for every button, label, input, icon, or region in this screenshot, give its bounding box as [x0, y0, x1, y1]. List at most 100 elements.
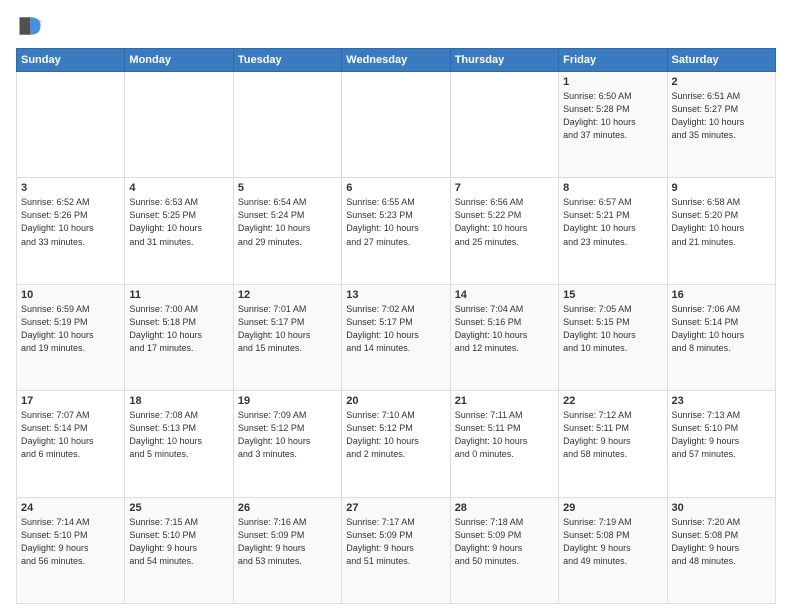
calendar-cell: 30Sunrise: 7:20 AM Sunset: 5:08 PM Dayli…: [667, 497, 775, 603]
cell-content: Sunrise: 6:52 AM Sunset: 5:26 PM Dayligh…: [21, 196, 120, 248]
calendar-cell: 5 Sunrise: 6:54 AM Sunset: 5:24 PM Daylig…: [233, 178, 341, 284]
cell-content: Sunrise: 7:13 AM Sunset: 5:10 PM Dayligh…: [672, 409, 771, 461]
day-number: 19: [238, 395, 337, 407]
day-number: 9: [672, 182, 771, 194]
day-number: 15: [563, 289, 662, 301]
cell-content: Sunrise: 7:18 AM Sunset: 5:09 PM Dayligh…: [455, 516, 554, 568]
cell-content: Sunrise: 7:08 AM Sunset: 5:13 PM Dayligh…: [129, 409, 228, 461]
calendar: SundayMondayTuesdayWednesdayThursdayFrid…: [16, 48, 776, 604]
cell-content: Sunrise: 6:54 AM Sunset: 5:24 PM Dayligh…: [238, 196, 337, 248]
calendar-table: SundayMondayTuesdayWednesdayThursdayFrid…: [16, 48, 776, 604]
calendar-cell: 3 Sunrise: 6:52 AM Sunset: 5:26 PM Daylig…: [17, 178, 125, 284]
calendar-cell: 1Sunrise: 6:50 AM Sunset: 5:28 PM Daylig…: [559, 72, 667, 178]
calendar-cell: 10Sunrise: 6:59 AM Sunset: 5:19 PM Dayli…: [17, 284, 125, 390]
calendar-cell: 16 Sunrise: 7:06 AM Sunset: 5:14 PM Dayli…: [667, 284, 775, 390]
cell-content: Sunrise: 6:50 AM Sunset: 5:28 PM Dayligh…: [563, 90, 662, 142]
day-number: 13: [346, 289, 445, 301]
calendar-cell: 13Sunrise: 7:02 AM Sunset: 5:17 PM Dayli…: [342, 284, 450, 390]
day-number: 11: [129, 289, 228, 301]
cell-content: Sunrise: 7:12 AM Sunset: 5:11 PM Dayligh…: [563, 409, 662, 461]
calendar-cell: 21 Sunrise: 7:11 AM Sunset: 5:11 PM Dayli…: [450, 391, 558, 497]
calendar-cell: 11 Sunrise: 7:00 AM Sunset: 5:18 PM Dayli…: [125, 284, 233, 390]
cell-content: Sunrise: 7:07 AM Sunset: 5:14 PM Dayligh…: [21, 409, 120, 461]
page: SundayMondayTuesdayWednesdayThursdayFrid…: [0, 0, 792, 612]
day-number: 2: [672, 76, 771, 88]
cell-content: Sunrise: 6:51 AM Sunset: 5:27 PM Dayligh…: [672, 90, 771, 142]
cell-content: Sunrise: 7:15 AM Sunset: 5:10 PM Dayligh…: [129, 516, 228, 568]
header-row: SundayMondayTuesdayWednesdayThursdayFrid…: [17, 49, 776, 72]
day-number: 24: [21, 502, 120, 514]
day-header-saturday: Saturday: [667, 49, 775, 72]
day-number: 16: [672, 289, 771, 301]
cell-content: Sunrise: 7:17 AM Sunset: 5:09 PM Dayligh…: [346, 516, 445, 568]
day-number: 10: [21, 289, 120, 301]
calendar-cell: 4 Sunrise: 6:53 AM Sunset: 5:25 PM Daylig…: [125, 178, 233, 284]
day-number: 26: [238, 502, 337, 514]
calendar-cell: 14 Sunrise: 7:04 AM Sunset: 5:16 PM Dayli…: [450, 284, 558, 390]
cell-content: Sunrise: 6:58 AM Sunset: 5:20 PM Dayligh…: [672, 196, 771, 248]
week-row: 17 Sunrise: 7:07 AM Sunset: 5:14 PM Dayli…: [17, 391, 776, 497]
calendar-cell: 23 Sunrise: 7:13 AM Sunset: 5:10 PM Dayli…: [667, 391, 775, 497]
day-number: 14: [455, 289, 554, 301]
day-number: 17: [21, 395, 120, 407]
calendar-cell: 24 Sunrise: 7:14 AM Sunset: 5:10 PM Dayli…: [17, 497, 125, 603]
day-number: 20: [346, 395, 445, 407]
cell-content: Sunrise: 7:19 AM Sunset: 5:08 PM Dayligh…: [563, 516, 662, 568]
cell-content: Sunrise: 7:05 AM Sunset: 5:15 PM Dayligh…: [563, 303, 662, 355]
calendar-cell: 15 Sunrise: 7:05 AM Sunset: 5:15 PM Dayli…: [559, 284, 667, 390]
calendar-cell: 20 Sunrise: 7:10 AM Sunset: 5:12 PM Dayli…: [342, 391, 450, 497]
calendar-cell: 26 Sunrise: 7:16 AM Sunset: 5:09 PM Dayli…: [233, 497, 341, 603]
calendar-cell: 6 Sunrise: 6:55 AM Sunset: 5:23 PM Daylig…: [342, 178, 450, 284]
day-number: 7: [455, 182, 554, 194]
cell-content: Sunrise: 7:06 AM Sunset: 5:14 PM Dayligh…: [672, 303, 771, 355]
day-number: 22: [563, 395, 662, 407]
day-header-monday: Monday: [125, 49, 233, 72]
day-number: 5: [238, 182, 337, 194]
calendar-cell: 9 Sunrise: 6:58 AM Sunset: 5:20 PM Daylig…: [667, 178, 775, 284]
cell-content: Sunrise: 6:55 AM Sunset: 5:23 PM Dayligh…: [346, 196, 445, 248]
day-header-tuesday: Tuesday: [233, 49, 341, 72]
calendar-cell: 7 Sunrise: 6:56 AM Sunset: 5:22 PM Daylig…: [450, 178, 558, 284]
calendar-cell: 8Sunrise: 6:57 AM Sunset: 5:21 PM Daylig…: [559, 178, 667, 284]
week-row: 10Sunrise: 6:59 AM Sunset: 5:19 PM Dayli…: [17, 284, 776, 390]
day-number: 21: [455, 395, 554, 407]
day-number: 29: [563, 502, 662, 514]
cell-content: Sunrise: 7:10 AM Sunset: 5:12 PM Dayligh…: [346, 409, 445, 461]
day-number: 3: [21, 182, 120, 194]
cell-content: Sunrise: 6:56 AM Sunset: 5:22 PM Dayligh…: [455, 196, 554, 248]
cell-content: Sunrise: 7:11 AM Sunset: 5:11 PM Dayligh…: [455, 409, 554, 461]
cell-content: Sunrise: 7:16 AM Sunset: 5:09 PM Dayligh…: [238, 516, 337, 568]
cell-content: Sunrise: 7:14 AM Sunset: 5:10 PM Dayligh…: [21, 516, 120, 568]
day-number: 6: [346, 182, 445, 194]
calendar-cell: 17 Sunrise: 7:07 AM Sunset: 5:14 PM Dayli…: [17, 391, 125, 497]
calendar-cell: [17, 72, 125, 178]
calendar-cell: 2 Sunrise: 6:51 AM Sunset: 5:27 PM Daylig…: [667, 72, 775, 178]
week-row: 3 Sunrise: 6:52 AM Sunset: 5:26 PM Daylig…: [17, 178, 776, 284]
calendar-cell: 29 Sunrise: 7:19 AM Sunset: 5:08 PM Dayli…: [559, 497, 667, 603]
calendar-cell: 28 Sunrise: 7:18 AM Sunset: 5:09 PM Dayli…: [450, 497, 558, 603]
calendar-cell: [342, 72, 450, 178]
day-header-thursday: Thursday: [450, 49, 558, 72]
day-number: 12: [238, 289, 337, 301]
cell-content: Sunrise: 7:01 AM Sunset: 5:17 PM Dayligh…: [238, 303, 337, 355]
calendar-cell: 25Sunrise: 7:15 AM Sunset: 5:10 PM Dayli…: [125, 497, 233, 603]
day-number: 4: [129, 182, 228, 194]
cell-content: Sunrise: 6:53 AM Sunset: 5:25 PM Dayligh…: [129, 196, 228, 248]
cell-content: Sunrise: 7:20 AM Sunset: 5:08 PM Dayligh…: [672, 516, 771, 568]
day-header-sunday: Sunday: [17, 49, 125, 72]
cell-content: Sunrise: 7:04 AM Sunset: 5:16 PM Dayligh…: [455, 303, 554, 355]
day-number: 18: [129, 395, 228, 407]
cell-content: Sunrise: 7:00 AM Sunset: 5:18 PM Dayligh…: [129, 303, 228, 355]
calendar-cell: 22 Sunrise: 7:12 AM Sunset: 5:11 PM Dayli…: [559, 391, 667, 497]
day-number: 27: [346, 502, 445, 514]
calendar-cell: [450, 72, 558, 178]
week-row: 24 Sunrise: 7:14 AM Sunset: 5:10 PM Dayli…: [17, 497, 776, 603]
day-number: 8: [563, 182, 662, 194]
calendar-cell: 18 Sunrise: 7:08 AM Sunset: 5:13 PM Dayli…: [125, 391, 233, 497]
calendar-cell: [125, 72, 233, 178]
day-header-friday: Friday: [559, 49, 667, 72]
day-number: 28: [455, 502, 554, 514]
calendar-cell: 12 Sunrise: 7:01 AM Sunset: 5:17 PM Dayli…: [233, 284, 341, 390]
day-number: 23: [672, 395, 771, 407]
cell-content: Sunrise: 7:09 AM Sunset: 5:12 PM Dayligh…: [238, 409, 337, 461]
